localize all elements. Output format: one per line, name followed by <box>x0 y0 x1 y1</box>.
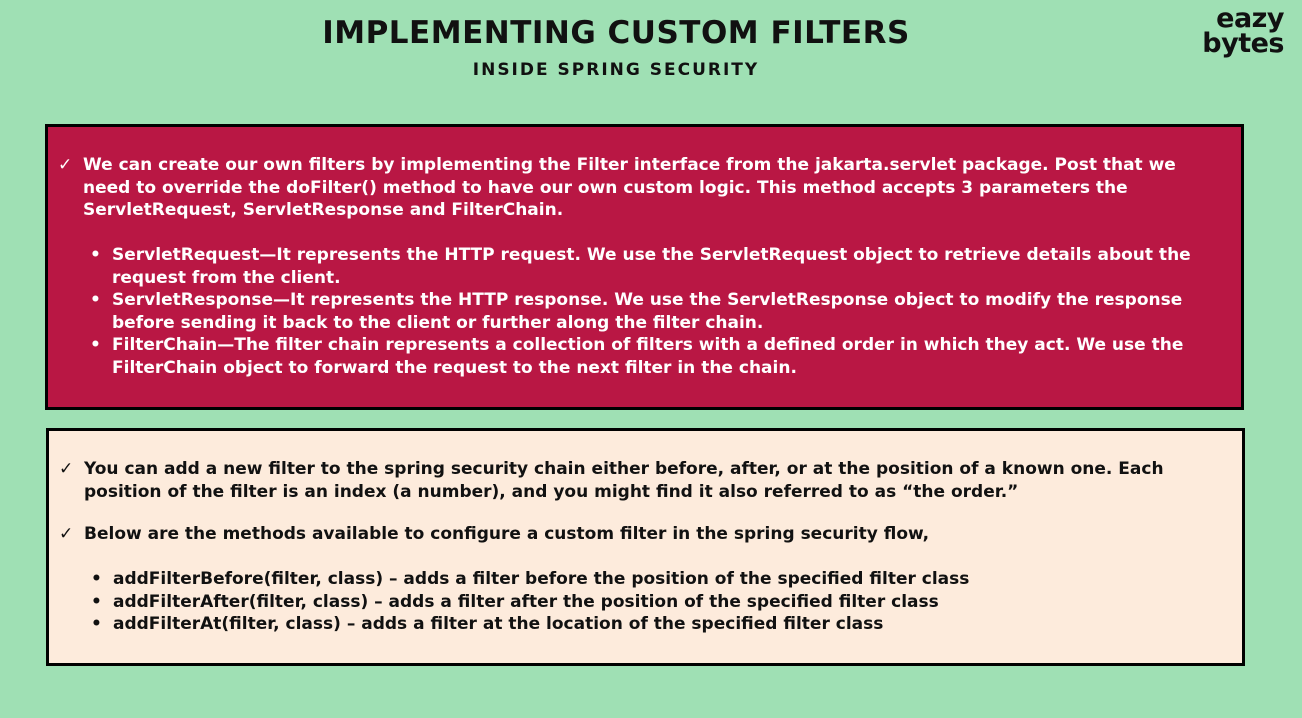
bullet-icon: • <box>90 245 101 265</box>
check-icon: ✓ <box>58 155 73 175</box>
list-item: • addFilterBefore(filter, class) – adds … <box>89 568 1230 591</box>
list-item: • ServletRequest—It represents the HTTP … <box>88 244 1229 289</box>
methods-point: ✓ Below are the methods available to con… <box>59 523 1230 546</box>
position-point: ✓ You can add a new filter to the spring… <box>59 458 1230 503</box>
list-item-text: addFilterBefore(filter, class) – adds a … <box>113 569 970 589</box>
list-item: • addFilterAfter(filter, class) – adds a… <box>89 591 1230 614</box>
check-icon: ✓ <box>59 524 74 544</box>
list-item-text: FilterChain—The filter chain represents … <box>112 335 1184 378</box>
bullet-icon: • <box>90 335 101 355</box>
list-item-text: ServletRequest—It represents the HTTP re… <box>112 245 1191 288</box>
intro-point: ✓ We can create our own filters by imple… <box>58 154 1229 222</box>
page-title: IMPLEMENTING CUSTOM FILTERS <box>322 15 910 51</box>
bullet-icon: • <box>90 290 101 310</box>
methods-intro-text: Below are the methods available to confi… <box>84 524 930 544</box>
eazybytes-logo: eazy bytes <box>1202 5 1284 59</box>
intro-text: We can create our own filters by impleme… <box>83 155 1176 220</box>
filter-interface-panel: ✓ We can create our own filters by imple… <box>45 124 1244 410</box>
filter-position-panel: ✓ You can add a new filter to the spring… <box>46 428 1245 666</box>
methods-list: • addFilterBefore(filter, class) – adds … <box>89 568 1230 636</box>
list-item-text: addFilterAfter(filter, class) – adds a f… <box>113 591 939 612</box>
bullet-icon: • <box>91 569 102 589</box>
list-item: • addFilterAt(filter, class) – adds a fi… <box>89 613 1230 636</box>
list-item-text: ServletResponse—It represents the HTTP r… <box>112 290 1183 333</box>
list-item-text: addFilterAt(filter, class) – adds a filt… <box>113 614 884 634</box>
list-item: • FilterChain—The filter chain represent… <box>88 334 1229 379</box>
bullet-icon: • <box>91 591 102 612</box>
bullet-icon: • <box>91 614 102 634</box>
parameter-list: • ServletRequest—It represents the HTTP … <box>88 244 1229 379</box>
list-item: • ServletResponse—It represents the HTTP… <box>88 289 1229 334</box>
logo-line-2: bytes <box>1202 28 1284 59</box>
page-subtitle: INSIDE SPRING SECURITY <box>472 60 760 80</box>
position-text: You can add a new filter to the spring s… <box>84 459 1164 502</box>
check-icon: ✓ <box>59 459 74 479</box>
